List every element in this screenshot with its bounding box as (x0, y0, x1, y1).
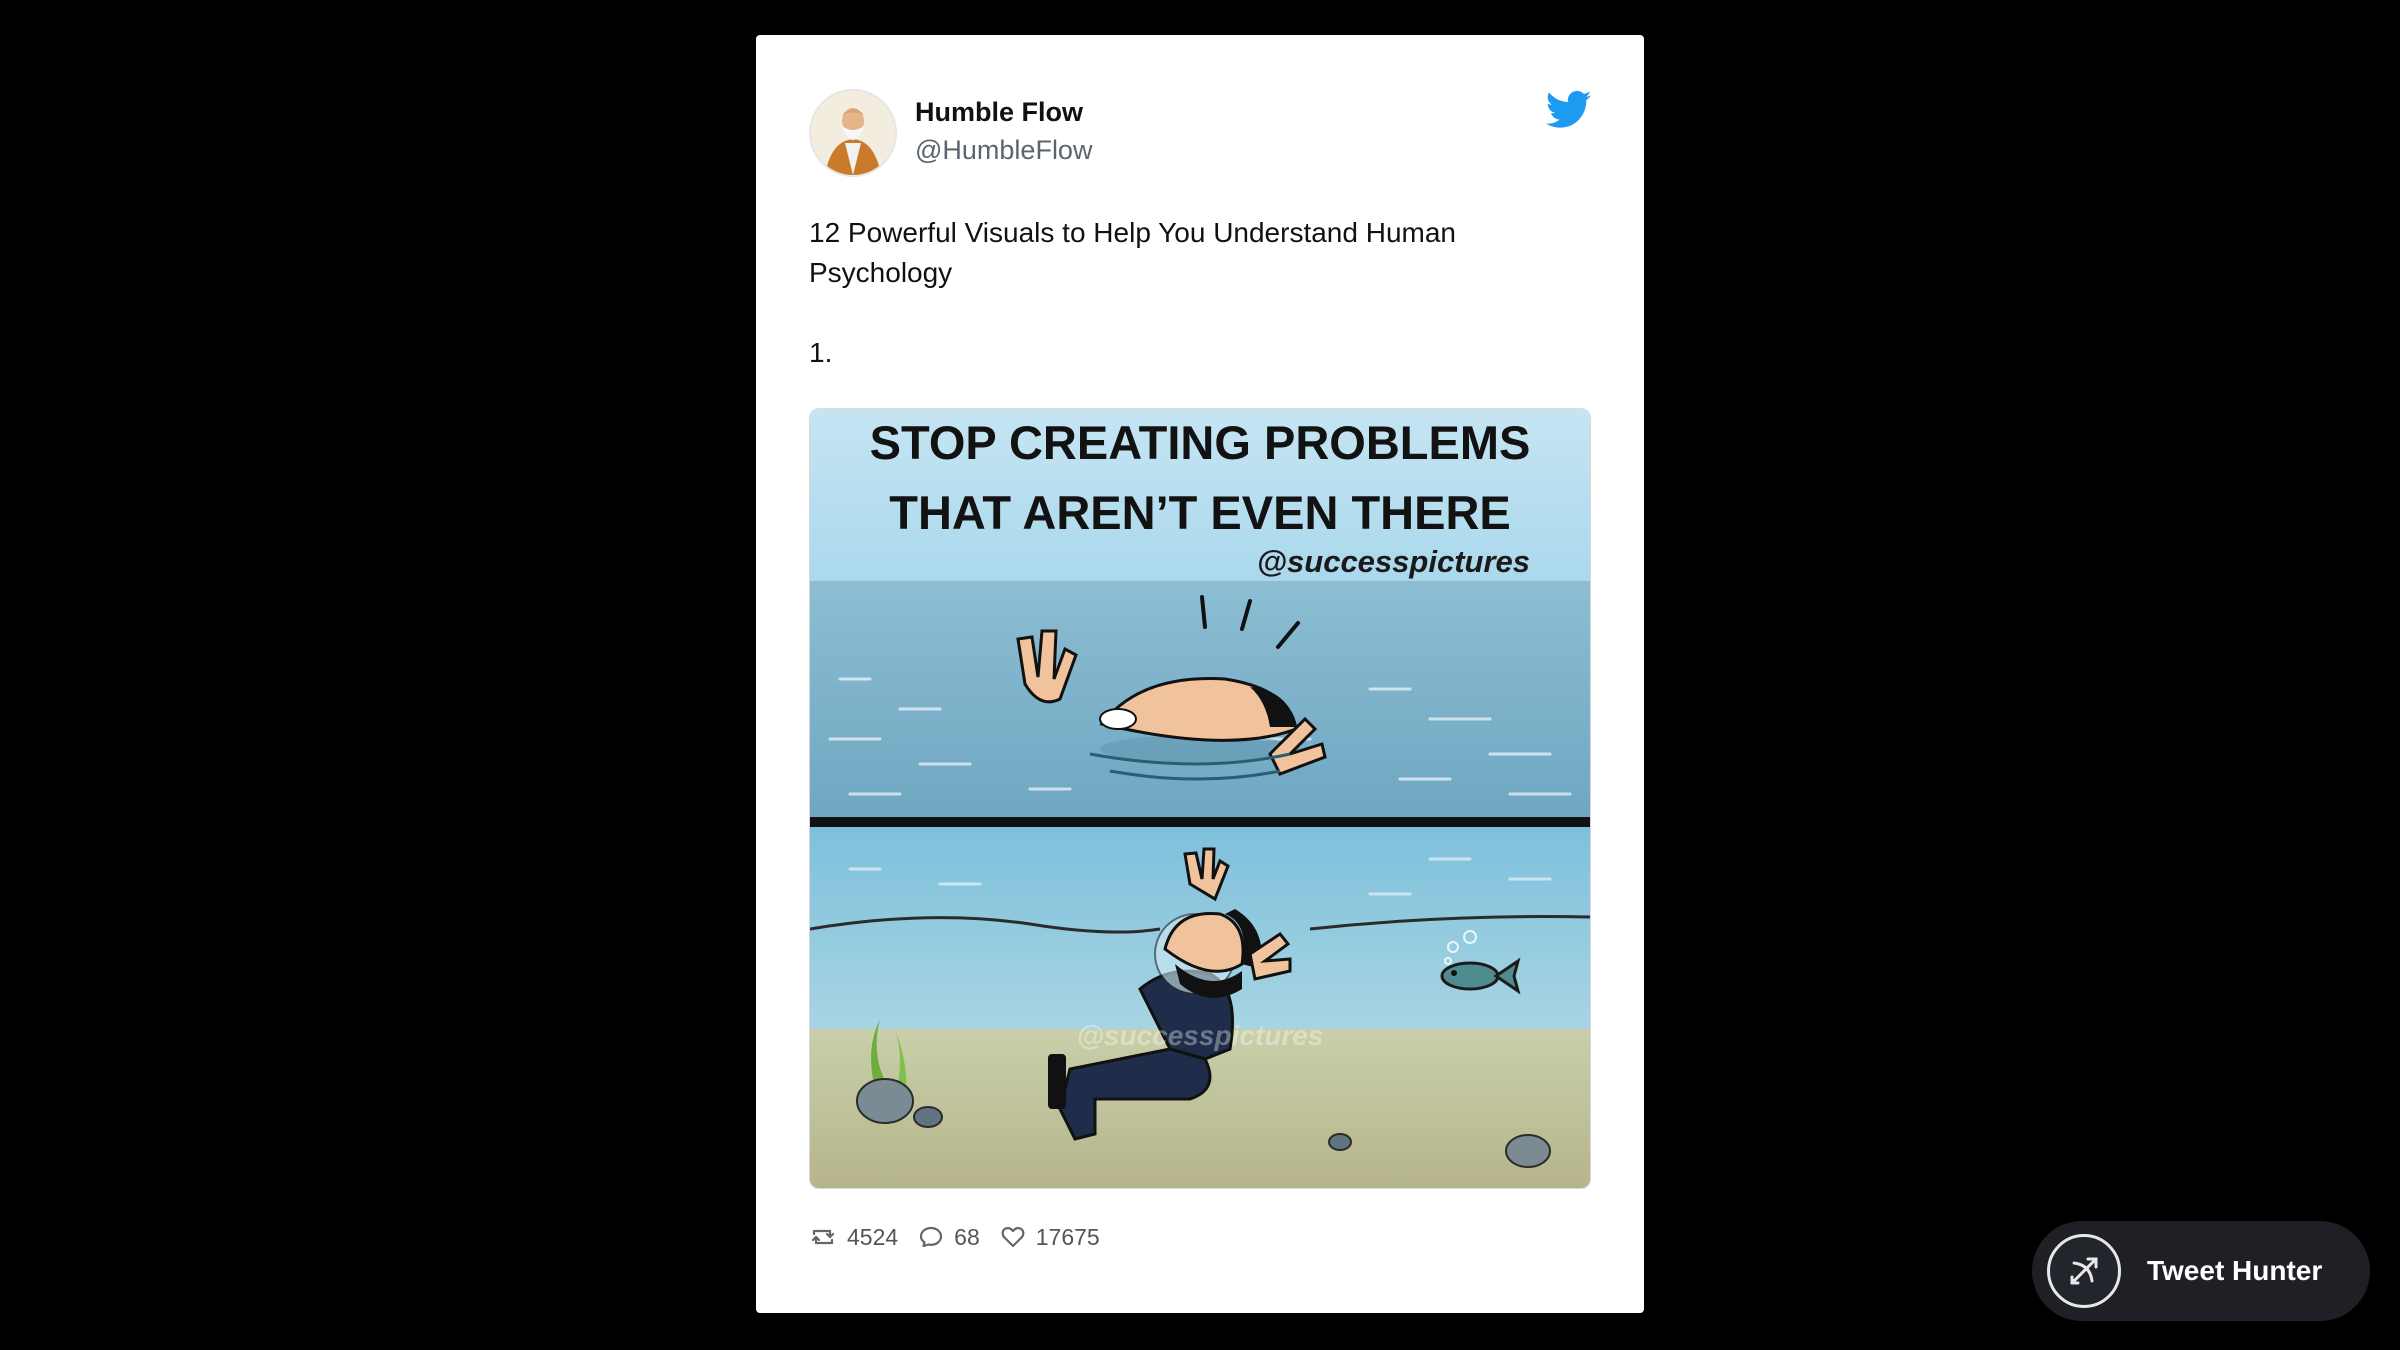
tweet-image[interactable]: STOP CREATING PROBLEMS THAT AREN’T EVEN … (809, 408, 1591, 1189)
tweet-hunter-badge[interactable]: Tweet Hunter (2032, 1221, 2370, 1321)
heart-icon (1001, 1226, 1025, 1248)
like-count[interactable]: 17675 (1000, 1224, 1100, 1251)
author-name[interactable]: Humble Flow (915, 97, 1083, 128)
tweet-stats: 4524 68 17675 (809, 1221, 1120, 1253)
tweet-text: 12 Powerful Visuals to Help You Understa… (809, 213, 1569, 373)
image-headline-line1: STOP CREATING PROBLEMS (870, 416, 1531, 469)
retweet-count-value: 4524 (847, 1223, 899, 1250)
image-watermark: @successpictures (1077, 1020, 1324, 1051)
image-credit: @successpictures (1257, 544, 1530, 579)
reply-icon (920, 1226, 943, 1248)
reply-count-value: 68 (954, 1223, 980, 1250)
retweet-count[interactable]: 4524 (809, 1224, 898, 1251)
tweet-text-number: 1. (809, 337, 833, 368)
retweet-icon (811, 1229, 835, 1245)
tweet-card: Humble Flow @HumbleFlow 12 Powerful Visu… (756, 35, 1644, 1313)
twitter-bird-icon[interactable] (1546, 90, 1592, 130)
tweet-hunter-label: Tweet Hunter (2147, 1255, 2323, 1286)
tweet-text-line: 12 Powerful Visuals to Help You Understa… (809, 217, 1456, 288)
tweet-hunter-icon (2047, 1234, 2121, 1308)
author-handle[interactable]: @HumbleFlow (915, 135, 1092, 166)
avatar[interactable] (809, 89, 897, 177)
reply-count[interactable]: 68 (918, 1224, 980, 1251)
image-headline-line2: THAT AREN’T EVEN THERE (889, 486, 1510, 539)
like-count-value: 17675 (1035, 1223, 1100, 1250)
